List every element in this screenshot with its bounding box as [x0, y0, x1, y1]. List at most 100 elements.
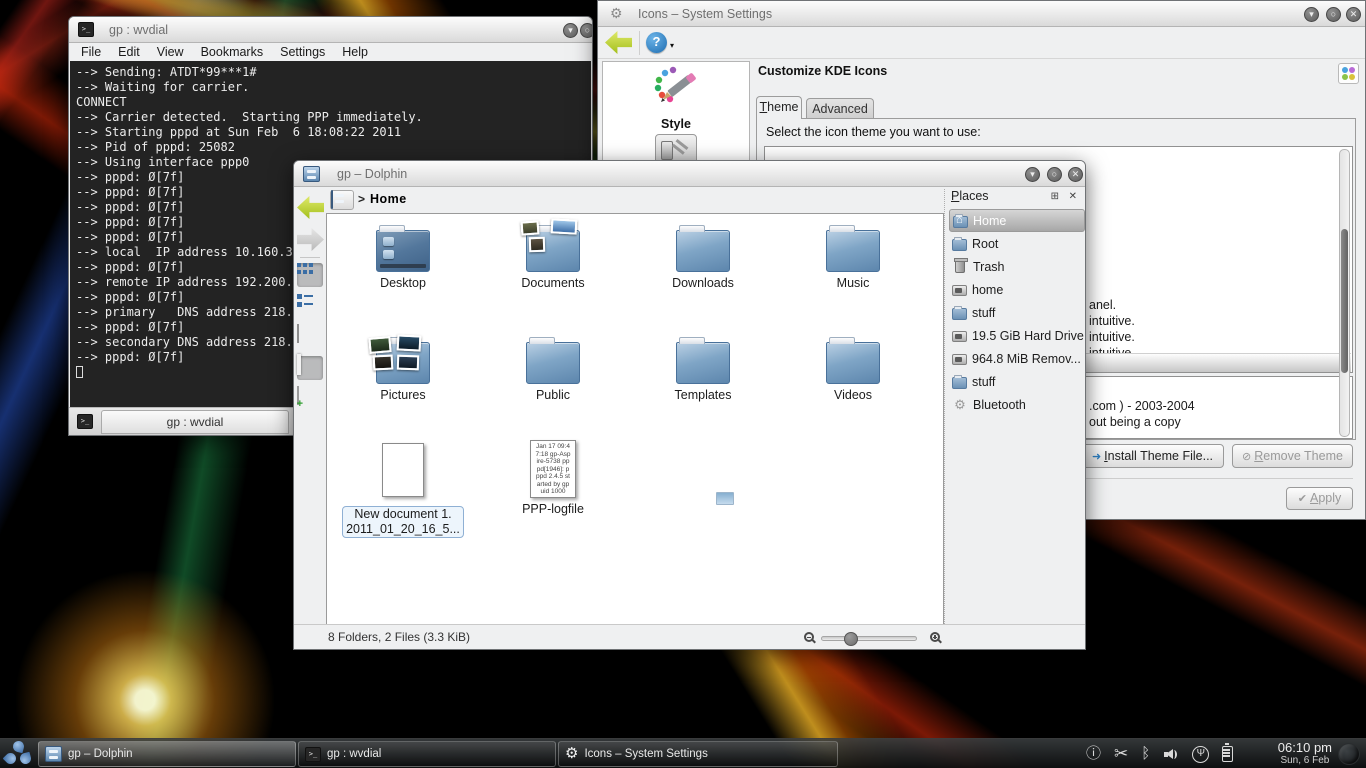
terminal-titlebar[interactable]: >_ gp : wvdial ▾ ○ ✕ — [69, 17, 592, 43]
places-item-stuff2[interactable]: stuff — [949, 370, 1085, 393]
sidebar-item-style[interactable]: Style — [603, 66, 749, 131]
menu-file[interactable]: File — [81, 45, 101, 59]
places-item-removable[interactable]: 964.8 MiB Remov... — [949, 347, 1085, 370]
file-tile-new-document[interactable]: New document 1. 2011_01_20_16_5... — [342, 438, 464, 538]
folder-view[interactable]: Desktop Documents Downloads Music — [326, 213, 944, 626]
task-dolphin[interactable]: gp – Dolphin — [38, 741, 296, 767]
preview-toggle-button[interactable] — [297, 356, 323, 380]
back-arrow-icon[interactable] — [605, 31, 632, 54]
folder-tile-downloads[interactable]: Downloads — [642, 222, 764, 290]
detach-panel-icon[interactable]: ⊞ — [1051, 191, 1059, 202]
maximize-button[interactable]: ○ — [580, 23, 592, 38]
apply-button[interactable]: ✔Apply — [1286, 487, 1353, 510]
folder-tile-public[interactable]: Public — [492, 334, 614, 402]
maximize-button[interactable]: ○ — [1047, 167, 1062, 182]
places-item-root[interactable]: Root — [949, 232, 1085, 255]
folder-label: Documents — [492, 276, 614, 290]
style-icon — [653, 66, 699, 110]
usb-device-icon[interactable]: Ψ — [1192, 746, 1209, 763]
select-theme-label: Select the icon theme you want to use: — [766, 125, 981, 139]
dolphin-window: gp – Dolphin ▾ ○ ✕ > Home + — [293, 160, 1086, 650]
folder-tile-documents[interactable]: Documents — [492, 222, 614, 290]
columns-view-button[interactable] — [297, 325, 323, 349]
folder-tile-desktop[interactable]: Desktop — [342, 222, 464, 290]
battery-icon[interactable] — [1222, 746, 1233, 762]
forward-button[interactable] — [297, 227, 323, 251]
minimize-button[interactable]: ▾ — [1025, 167, 1040, 182]
panel-cashew-icon[interactable] — [1338, 743, 1360, 765]
launcher-logo-icon — [12, 740, 25, 753]
text-file-icon: Jan 17 09:4 7:18 gp-Asp ire-5738 pp pd[1… — [530, 440, 576, 498]
minimize-button[interactable]: ▾ — [563, 23, 578, 38]
info-tray-icon[interactable]: ⓘ — [1086, 746, 1101, 762]
zoom-slider-handle[interactable] — [844, 632, 858, 646]
places-item-home[interactable]: ⌂ Home — [949, 209, 1085, 232]
system-settings-titlebar[interactable]: ⚙ Icons – System Settings ▾ ○ ✕ — [598, 1, 1365, 27]
folder-label: Desktop — [342, 276, 464, 290]
columns-view-icon — [297, 324, 299, 343]
minimize-button[interactable]: ▾ — [1304, 7, 1319, 22]
hard-drive-icon — [952, 331, 967, 342]
menu-bookmarks[interactable]: Bookmarks — [201, 45, 264, 59]
blank-document-icon — [382, 443, 424, 497]
breadcrumb-home-button[interactable] — [330, 190, 354, 210]
places-item-home-partition[interactable]: home — [949, 278, 1085, 301]
bluetooth-tray-icon[interactable]: ᛒ — [1141, 746, 1150, 762]
removable-drive-icon — [952, 354, 967, 365]
help-icon[interactable]: ? — [646, 32, 667, 53]
volume-icon[interactable] — [1163, 747, 1179, 762]
no-entry-icon: ⊘ — [1242, 451, 1251, 463]
task-wvdial[interactable]: >_ gp : wvdial — [298, 741, 556, 767]
terminal-tab[interactable]: gp : wvdial — [101, 410, 289, 434]
terminal-cursor — [76, 366, 83, 378]
places-panel-header[interactable]: Places ⊞ ✕ — [949, 189, 1085, 209]
new-tab-button[interactable]: >_ — [77, 414, 93, 429]
zoom-in-icon[interactable] — [930, 632, 940, 642]
folder-icon — [952, 239, 967, 251]
taskbar: gp – Dolphin >_ gp : wvdial ⚙ Icons – Sy… — [0, 738, 1366, 768]
clock[interactable]: 06:10 pm Sun, 6 Feb — [1278, 740, 1332, 767]
close-button[interactable]: ✕ — [1068, 167, 1083, 182]
close-button[interactable]: ✕ — [1346, 7, 1361, 22]
places-item-bluetooth[interactable]: ⚙ Bluetooth — [949, 393, 1085, 416]
close-panel-icon[interactable]: ✕ — [1069, 191, 1077, 202]
task-system-settings[interactable]: ⚙ Icons – System Settings — [558, 741, 838, 767]
menu-view[interactable]: View — [157, 45, 184, 59]
maximize-button[interactable]: ○ — [1326, 7, 1341, 22]
breadcrumb-home-label[interactable]: Home — [370, 192, 407, 206]
chevron-down-icon[interactable]: ▾ — [670, 41, 674, 50]
button-separator — [1081, 478, 1353, 479]
icons-view-button[interactable] — [297, 263, 323, 287]
remove-theme-button[interactable]: ⊘Remove Theme — [1232, 444, 1353, 468]
split-view-button[interactable]: + — [297, 387, 323, 411]
app-launcher-button[interactable] — [2, 740, 36, 768]
places-item-stuff[interactable]: stuff — [949, 301, 1085, 324]
clipboard-scissors-icon[interactable]: ✂ — [1114, 746, 1128, 762]
documents-folder-icon — [526, 230, 580, 272]
folder-tile-pictures[interactable]: Pictures — [342, 334, 464, 402]
forward-arrow-icon — [297, 228, 324, 251]
folder-tile-music[interactable]: Music — [792, 222, 914, 290]
file-preview-text: Jan 17 09:4 7:18 gp-Asp ire-5738 pp pd[1… — [531, 441, 575, 496]
install-theme-button[interactable]: ➜Install Theme File... — [1081, 444, 1224, 468]
file-tile-ppp-logfile[interactable]: Jan 17 09:4 7:18 gp-Asp ire-5738 pp pd[1… — [492, 438, 614, 516]
folder-tile-videos[interactable]: Videos — [792, 334, 914, 402]
dolphin-titlebar[interactable]: gp – Dolphin ▾ ○ ✕ — [294, 161, 1085, 187]
places-item-trash[interactable]: Trash — [949, 255, 1085, 278]
menu-settings[interactable]: Settings — [280, 45, 325, 59]
back-arrow-icon — [297, 196, 324, 219]
scrollbar[interactable] — [1339, 149, 1350, 437]
menu-edit[interactable]: Edit — [118, 45, 140, 59]
details-view-button[interactable] — [297, 294, 323, 318]
folder-tile-templates[interactable]: Templates — [642, 334, 764, 402]
folder-icon — [952, 377, 967, 389]
places-item-hard-drive[interactable]: 19.5 GiB Hard Drive — [949, 324, 1085, 347]
tab-theme[interactable]: Theme — [756, 96, 802, 119]
icons-module-icon — [1338, 63, 1359, 84]
scrollbar-thumb[interactable] — [1341, 229, 1348, 373]
back-button[interactable] — [297, 195, 323, 219]
menu-help[interactable]: Help — [342, 45, 368, 59]
zoom-out-icon[interactable] — [804, 632, 814, 642]
tab-advanced[interactable]: Advanced — [806, 98, 874, 119]
zoom-slider[interactable] — [821, 636, 917, 641]
